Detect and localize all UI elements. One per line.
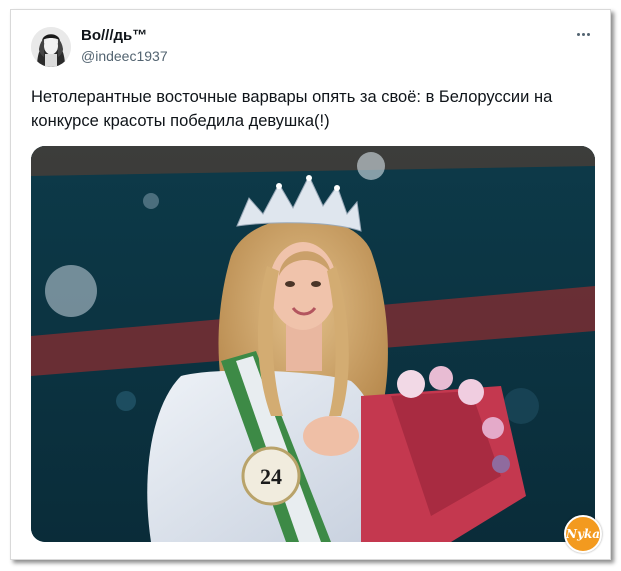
dot <box>581 32 585 36</box>
dot <box>576 32 580 36</box>
tweet-card: Bo///дь™ @indeec1937 Нетолерантные восто… <box>10 9 611 560</box>
more-options-icon[interactable] <box>570 24 596 44</box>
pageant-winner-photo: 24 <box>31 146 595 542</box>
sash-number: 24 <box>260 464 282 489</box>
watermark-logo: Nyka <box>564 515 602 553</box>
author-avatar[interactable] <box>31 27 71 67</box>
tweet-photo[interactable]: 24 <box>31 146 595 542</box>
tweet-text: Нетолерантные восточные варвары опять за… <box>31 88 553 130</box>
dot <box>586 32 590 36</box>
author-name[interactable]: Bo///дь™ <box>81 27 147 44</box>
avatar-portrait-icon <box>31 27 71 67</box>
author-handle[interactable]: @indeec1937 <box>81 48 168 64</box>
watermark-text: Nyka <box>565 527 601 541</box>
